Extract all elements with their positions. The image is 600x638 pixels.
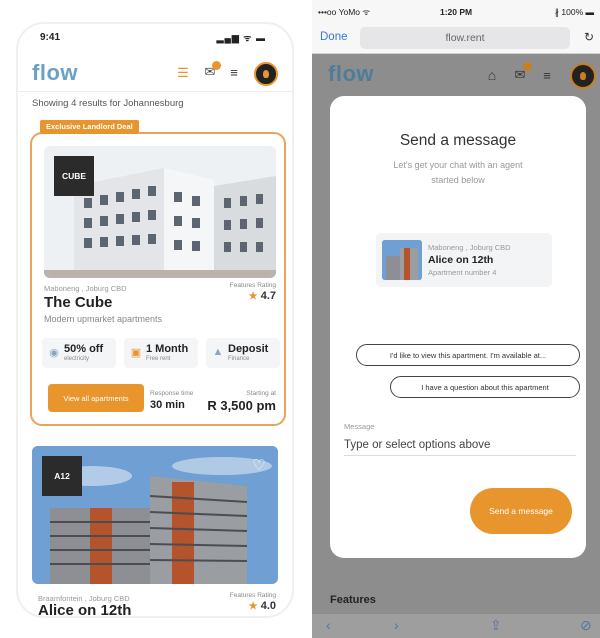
listing-photo[interactable]: CUBE xyxy=(44,146,276,278)
menu-icon[interactable]: ≡ xyxy=(540,67,554,83)
exclusive-deal-tag: Exclusive Landlord Deal xyxy=(40,120,139,134)
apartment-number: Apartment number 4 xyxy=(428,268,497,277)
ios-status-bar: •••oo YoMo ᯤ 1:20 PM ∦ 100% ▬ xyxy=(312,0,600,22)
browser-url-bar: Done flow.rent ↻ xyxy=(312,22,600,54)
flow-logo[interactable]: flow xyxy=(328,61,374,87)
carrier-signal: •••oo YoMo ᯤ xyxy=(318,7,371,17)
back-icon[interactable]: ‹ xyxy=(326,617,331,633)
filter-icon[interactable]: ☰ xyxy=(176,65,190,80)
response-time-label: Response time xyxy=(150,390,194,397)
thumbs-up-icon: ▲ xyxy=(212,346,224,358)
listing-card-the-cube[interactable]: CUBE Maboneng , Joburg CBD Features Rati… xyxy=(30,132,286,426)
features-rating-label: Features Rating xyxy=(229,282,276,289)
listing-photo[interactable]: A12 ♡ xyxy=(32,446,278,584)
feature-free-rent: ▣ 1 Month Free rent xyxy=(124,338,198,368)
modal-subtitle: Let's get your chat with an agent starte… xyxy=(393,160,523,185)
browser-toolbar: ‹ › ⇪ ⊘ xyxy=(312,614,600,638)
apartment-summary-card: Maboneng , Joburg CBD Alice on 12th Apar… xyxy=(376,233,552,287)
message-screen: •••oo YoMo ᯤ 1:20 PM ∦ 100% ▬ Done flow.… xyxy=(312,0,600,638)
home-icon[interactable]: ⌂ xyxy=(484,67,500,83)
building-illustration xyxy=(382,240,422,280)
message-input[interactable] xyxy=(344,434,576,456)
send-message-button[interactable]: Send a message xyxy=(470,488,572,534)
heart-icon[interactable]: ♡ xyxy=(250,456,268,474)
gift-icon: ▣ xyxy=(130,346,142,359)
star-icon: ★ xyxy=(248,291,258,302)
status-bar: 9:41 ▂▄▆ ᯤ ▬ xyxy=(18,24,292,50)
listing-screen: 9:41 ▂▄▆ ᯤ ▬ flow ☰ ✉ ≡ Showing 4 result… xyxy=(16,22,294,618)
listing-code-badge: A12 xyxy=(42,456,82,496)
features-rating-label: Features Rating xyxy=(229,592,276,599)
lightbulb-icon: ◉ xyxy=(49,346,59,359)
option-view-apartment[interactable]: I'd like to view this apartment. I'm ava… xyxy=(356,344,580,366)
features-rating: ★ 4.0 xyxy=(248,600,276,612)
notification-badge xyxy=(212,61,221,70)
listing-description: Modern upmarket apartments xyxy=(44,314,163,324)
starting-at-label: Starting at xyxy=(246,390,276,397)
battery-icon: ∦ 100% ▬ xyxy=(554,7,594,17)
reload-icon[interactable]: ↻ xyxy=(584,30,594,44)
results-count: Showing 4 results for Johannesburg xyxy=(32,98,184,109)
screenshot: 9:41 ▂▄▆ ᯤ ▬ flow ☰ ✉ ≡ Showing 4 result… xyxy=(0,0,600,638)
flow-logo[interactable]: flow xyxy=(32,60,78,86)
response-time-value: 30 min xyxy=(150,399,185,411)
signal-wifi-battery-icon: ▂▄▆ ᯤ ▬ xyxy=(216,33,266,43)
option-question[interactable]: I have a question about this apartment xyxy=(390,376,580,398)
feature-electricity: ◉ 50% off electricity xyxy=(42,338,116,368)
listing-name: The Cube xyxy=(44,294,113,311)
app-header: flow ⌂ ✉ ≡ xyxy=(312,55,600,95)
compass-icon[interactable]: ⊘ xyxy=(580,617,592,634)
listing-code-badge: CUBE xyxy=(54,156,94,196)
share-icon[interactable]: ⇪ xyxy=(490,617,502,634)
app-header: flow ☰ ✉ ≡ xyxy=(18,56,292,92)
features-heading: Features xyxy=(330,594,376,606)
apartment-location: Maboneng , Joburg CBD xyxy=(428,243,511,252)
apartment-thumbnail xyxy=(382,240,422,280)
url-field[interactable]: flow.rent xyxy=(360,27,570,49)
starting-price: R 3,500 pm xyxy=(207,398,276,413)
listing-name: Alice on 12th xyxy=(38,602,132,618)
status-time: 1:20 PM xyxy=(440,7,473,17)
forward-icon[interactable]: › xyxy=(394,617,399,633)
listing-location: Maboneng , Joburg CBD xyxy=(44,284,127,293)
modal-title: Send a message xyxy=(399,132,517,149)
star-icon: ★ xyxy=(248,601,258,612)
messages-icon[interactable]: ✉ xyxy=(202,61,221,79)
send-message-modal: Send a message Let's get your chat with … xyxy=(330,96,586,558)
menu-icon[interactable]: ≡ xyxy=(227,65,241,80)
features-rating: ★ 4.7 xyxy=(248,290,276,302)
done-button[interactable]: Done xyxy=(320,31,348,43)
avatar[interactable] xyxy=(570,63,596,89)
listing-card-alice-on-12th[interactable]: A12 ♡ Braamfontein , Joburg CBD Features… xyxy=(30,444,286,618)
avatar[interactable] xyxy=(254,62,278,86)
status-time: 9:41 xyxy=(40,32,61,43)
notification-badge xyxy=(523,62,532,71)
message-label: Message xyxy=(344,422,375,431)
feature-deposit-finance: ▲ Deposit Finance xyxy=(206,338,280,368)
view-all-apartments-button[interactable]: View all apartments xyxy=(48,384,144,412)
apartment-name: Alice on 12th xyxy=(428,254,494,266)
messages-icon[interactable]: ✉ xyxy=(512,62,532,83)
